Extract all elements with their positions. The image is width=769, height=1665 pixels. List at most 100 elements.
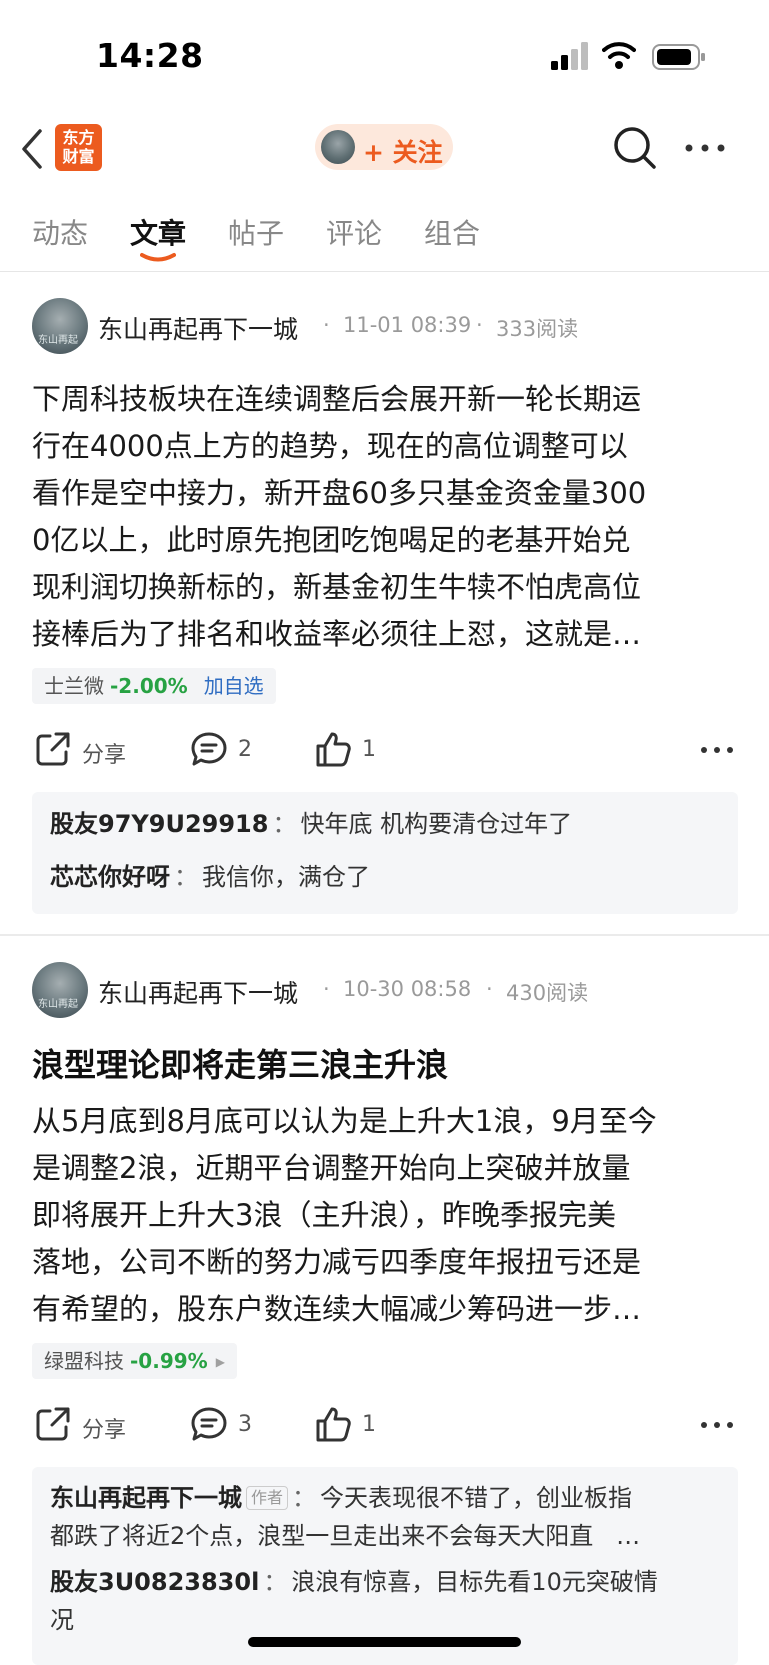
comment-user[interactable]: 股友97Y9U29918: [50, 810, 268, 838]
post-body-line: 接棒后为了排名和收益率必须往上怼，这就是…: [32, 617, 642, 651]
comment-text: 况: [50, 1606, 74, 1634]
stock-change: -2.00%: [110, 674, 188, 698]
like-button[interactable]: 1: [314, 1405, 394, 1445]
follow-button[interactable]: + 关注: [315, 124, 453, 170]
profile-tabs: 动态 文章 帖子 评论 组合: [0, 200, 769, 272]
comment-icon: [191, 1407, 227, 1441]
comment-count: 3: [238, 1412, 252, 1437]
share-icon: [36, 732, 70, 766]
like-button[interactable]: 1: [314, 730, 394, 770]
post-body-line: 即将展开上升大3浪（主升浪），昨晚季报完美: [32, 1198, 616, 1232]
share-button[interactable]: 分享: [34, 1405, 144, 1445]
stock-tag[interactable]: 绿盟科技 -0.99% ▶: [32, 1343, 237, 1379]
post-body-line: 是调整2浪，近期平台调整开始向上突破并放量: [32, 1151, 631, 1185]
comment-text: 我信你，满仓了: [202, 863, 370, 891]
comment-text: 快年底 机构要清仓过年了: [300, 810, 573, 838]
thumbs-up-icon: [316, 732, 351, 767]
read-count: 333阅读: [496, 317, 579, 341]
share-icon: [36, 1407, 70, 1441]
author-name[interactable]: 东山再起再下一城: [98, 974, 298, 1010]
logo-text-line1: 东方: [62, 128, 95, 147]
avatar-watermark-text: 东山再起: [38, 999, 78, 1010]
author-avatar[interactable]: 东山再起: [32, 962, 88, 1018]
avatar-watermark-text: 东山再起: [38, 335, 78, 346]
comment-item: 股友97Y9U29918：快年底 机构要清仓过年了: [50, 805, 722, 843]
meta-separator: ·: [323, 977, 330, 1001]
post-body-line: 下周科技板块在连续调整后会展开新一轮长期运: [32, 382, 642, 416]
share-label: 分享: [82, 1418, 127, 1443]
comment-item: 股友3U0823830l：浪浪有惊喜，目标先看10元突破情况: [50, 1563, 722, 1639]
post-body-line: 0亿以上，此时原先抱团吃饱喝足的老基开始兑: [32, 523, 631, 557]
home-indicator[interactable]: [248, 1637, 521, 1647]
comment-text: 浪浪有惊喜，目标先看10元突破情: [291, 1568, 658, 1596]
follow-label: + 关注: [363, 138, 443, 167]
comment-colon: ：: [174, 863, 198, 891]
meta-separator: ·: [323, 313, 330, 337]
more-options-icon[interactable]: [700, 745, 734, 755]
comment-preview-box[interactable]: 股友97Y9U29918：快年底 机构要清仓过年了 芯芯你好呀：我信你，满仓了: [32, 792, 738, 914]
logo-text-line2: 财富: [62, 147, 95, 166]
stock-tag[interactable]: 士兰微 -2.00% 加自选: [32, 668, 276, 704]
status-bar: 14:28: [0, 0, 769, 110]
more-options-icon[interactable]: [700, 1420, 734, 1430]
comment-icon: [191, 732, 227, 766]
tab-comments[interactable]: 评论: [326, 212, 382, 252]
avatar: [321, 130, 355, 164]
post-body-line: 从5月底到8月底可以认为是上升大1浪，9月至今: [32, 1104, 657, 1138]
comment-item: 芯芯你好呀：我信你，满仓了: [50, 858, 722, 896]
stock-name: 士兰微: [44, 674, 104, 698]
tab-articles[interactable]: 文章: [130, 212, 186, 252]
stock-change: -0.99%: [130, 1349, 208, 1373]
add-watchlist-button[interactable]: 加自选: [204, 674, 264, 698]
comment-button[interactable]: 2: [190, 730, 270, 770]
comment-user[interactable]: 芯芯你好呀: [50, 863, 170, 891]
tab-posts[interactable]: 帖子: [228, 212, 284, 252]
post-body-line: 有希望的，股东户数连续大幅减少筹码进一步…: [32, 1292, 642, 1326]
comment-count: 2: [238, 737, 252, 762]
post-time: 10-30 08:58: [343, 977, 472, 1001]
author-badge: 作者: [246, 1486, 289, 1510]
post-divider: [0, 934, 769, 936]
comment-preview-box[interactable]: 东山再起再下一城 作者：今天表现很不错了，创业板指 都跌了将近2个点，浪型一旦走出来…: [32, 1467, 738, 1665]
tab-dynamics[interactable]: 动态: [32, 212, 88, 252]
author-avatar[interactable]: 东山再起: [32, 298, 88, 354]
status-time: 14:28: [96, 36, 204, 75]
cellular-signal-icon: [551, 42, 588, 70]
author-name[interactable]: 东山再起再下一城: [98, 310, 298, 346]
comment-colon: ：: [292, 1484, 317, 1512]
comment-colon: ：: [272, 810, 297, 838]
comment-user[interactable]: 东山再起再下一城: [50, 1484, 242, 1512]
comment-text: 今天表现很不错了，创业板指: [320, 1484, 633, 1512]
post-body-line: 落地，公司不断的努力减亏四季度年报扭亏还是: [32, 1245, 642, 1279]
comment-button[interactable]: 3: [190, 1405, 270, 1445]
meta-separator: ·: [486, 977, 493, 1001]
comment-item: 东山再起再下一城 作者：今天表现很不错了，创业板指都跌了将近2个点，浪型一旦走出来…: [50, 1479, 722, 1555]
comment-colon: ：: [263, 1568, 288, 1596]
post-body-line: 行在4000点上方的趋势，现在的高位调整可以: [32, 429, 628, 463]
share-label: 分享: [82, 743, 127, 768]
post-body-line: 看作是空中接力，新开盘60多只基金资金量300: [32, 476, 647, 510]
more-options-icon[interactable]: [684, 142, 726, 154]
app-logo[interactable]: 东方 财富: [55, 124, 102, 171]
battery-icon: [652, 44, 705, 70]
read-count: 430阅读: [506, 981, 589, 1005]
back-chevron-icon[interactable]: [18, 127, 46, 171]
like-count: 1: [362, 1412, 376, 1437]
top-nav-bar: 东方 财富 + 关注: [0, 112, 769, 188]
post-time: 11-01 08:39: [343, 313, 472, 337]
search-icon[interactable]: [612, 125, 658, 171]
comment-user[interactable]: 股友3U0823830l: [50, 1568, 259, 1596]
comment-text: 都跌了将近2个点，浪型一旦走出来不会每天大阳直: [50, 1522, 594, 1550]
wifi-icon: [602, 42, 636, 69]
thumbs-up-icon: [316, 1407, 351, 1442]
caret-right-icon: ▶: [215, 1355, 225, 1369]
meta-separator: ·: [476, 313, 483, 337]
tab-portfolio[interactable]: 组合: [424, 212, 480, 252]
like-count: 1: [362, 737, 376, 762]
post-title[interactable]: 浪型理论即将走第三浪主升浪: [32, 1040, 448, 1086]
stock-name: 绿盟科技: [44, 1349, 124, 1373]
post-body-line: 现利润切换新标的，新基金初生牛犊不怕虎高位: [32, 570, 642, 604]
share-button[interactable]: 分享: [34, 730, 144, 770]
active-tab-indicator: [140, 253, 176, 262]
comment-ellipsis: …: [616, 1522, 641, 1550]
